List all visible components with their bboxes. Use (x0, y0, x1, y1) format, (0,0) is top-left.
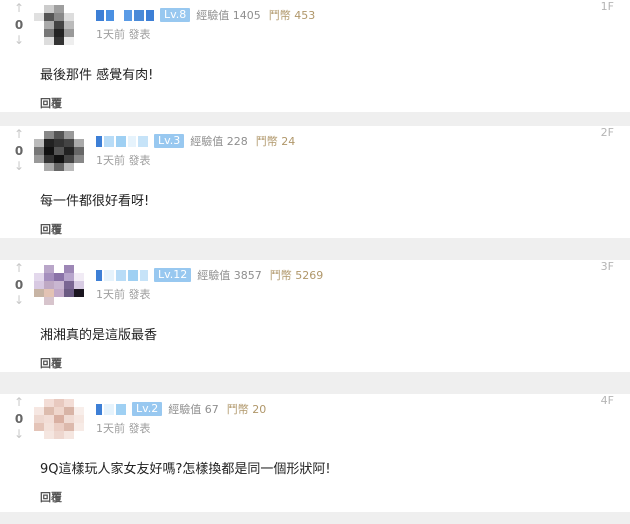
floor-number: 4F (600, 394, 614, 407)
floor-number: 1F (600, 0, 614, 13)
vote-control: ↑ 0 ↓ (10, 2, 28, 46)
reply-button[interactable]: 回覆 (40, 95, 62, 111)
username-pixelated[interactable] (96, 134, 150, 148)
vote-control: ↑ 0 ↓ (10, 396, 28, 440)
experience-value: 經驗值 228 (190, 135, 248, 148)
user-meta: Lv.12 經驗值 3857 鬥幣 5269 (96, 268, 323, 282)
username-pixelated[interactable] (96, 8, 156, 22)
avatar[interactable] (34, 399, 84, 441)
avatar[interactable] (34, 5, 84, 47)
comment-text: 最後那件 感覺有肉! (40, 68, 154, 83)
floor-number: 2F (600, 126, 614, 139)
experience-value: 經驗值 1405 (196, 9, 261, 22)
level-badge: Lv.8 (160, 8, 191, 22)
user-meta: Lv.3 經驗值 228 鬥幣 24 (96, 134, 295, 148)
comment-item: ↑ 0 ↓ Lv.2 經驗值 67 鬥幣 20 1天前 發表 4F 9Q這樣玩人… (0, 394, 630, 512)
avatar[interactable] (34, 131, 84, 173)
post-time: 1天前 發表 (96, 154, 151, 167)
comment-item: ↑ 0 ↓ Lv.8 經驗值 1405 鬥幣 453 1天前 發表 1F 最後那… (0, 0, 630, 112)
comment-text: 9Q這樣玩人家女友好嗎?怎樣換都是同一個形狀阿! (40, 462, 331, 477)
downvote-arrow-icon[interactable]: ↓ (10, 160, 28, 172)
level-badge: Lv.12 (154, 268, 192, 282)
vote-count: 0 (14, 412, 24, 426)
username-pixelated[interactable] (96, 268, 150, 282)
upvote-arrow-icon[interactable]: ↑ (10, 396, 28, 408)
username-pixelated[interactable] (96, 402, 128, 416)
upvote-arrow-icon[interactable]: ↑ (10, 262, 28, 274)
experience-value: 經驗值 67 (168, 403, 219, 416)
vote-control: ↑ 0 ↓ (10, 262, 28, 306)
reply-button[interactable]: 回覆 (40, 355, 62, 371)
avatar[interactable] (34, 265, 84, 307)
coin-value: 鬥幣 5269 (269, 269, 324, 282)
coin-value: 鬥幣 20 (226, 403, 267, 416)
experience-value: 經驗值 3857 (197, 269, 262, 282)
floor-number: 3F (600, 260, 614, 273)
downvote-arrow-icon[interactable]: ↓ (10, 34, 28, 46)
user-meta: Lv.8 經驗值 1405 鬥幣 453 (96, 8, 315, 22)
comment-text: 湘湘真的是這版最香 (40, 328, 158, 343)
upvote-arrow-icon[interactable]: ↑ (10, 2, 28, 14)
post-time: 1天前 發表 (96, 422, 151, 435)
user-meta: Lv.2 經驗值 67 鬥幣 20 (96, 402, 266, 416)
vote-count: 0 (14, 278, 24, 292)
level-badge: Lv.2 (132, 402, 163, 416)
vote-count: 0 (14, 144, 24, 158)
upvote-arrow-icon[interactable]: ↑ (10, 128, 28, 140)
comment-item: ↑ 0 ↓ Lv.12 經驗值 3857 鬥幣 5269 1天前 發表 3F 湘… (0, 260, 630, 372)
vote-count: 0 (14, 18, 24, 32)
post-time: 1天前 發表 (96, 28, 151, 41)
comment-list: ↑ 0 ↓ Lv.8 經驗值 1405 鬥幣 453 1天前 發表 1F 最後那… (0, 0, 630, 524)
level-badge: Lv.3 (154, 134, 185, 148)
post-time: 1天前 發表 (96, 288, 151, 301)
reply-button[interactable]: 回覆 (40, 489, 62, 505)
reply-button[interactable]: 回覆 (40, 221, 62, 237)
coin-value: 鬥幣 24 (255, 135, 296, 148)
vote-control: ↑ 0 ↓ (10, 128, 28, 172)
coin-value: 鬥幣 453 (268, 9, 316, 22)
comment-item: ↑ 0 ↓ Lv.3 經驗值 228 鬥幣 24 1天前 發表 2F 每一件都很… (0, 126, 630, 238)
downvote-arrow-icon[interactable]: ↓ (10, 428, 28, 440)
comment-text: 每一件都很好看呀! (40, 194, 150, 209)
downvote-arrow-icon[interactable]: ↓ (10, 294, 28, 306)
